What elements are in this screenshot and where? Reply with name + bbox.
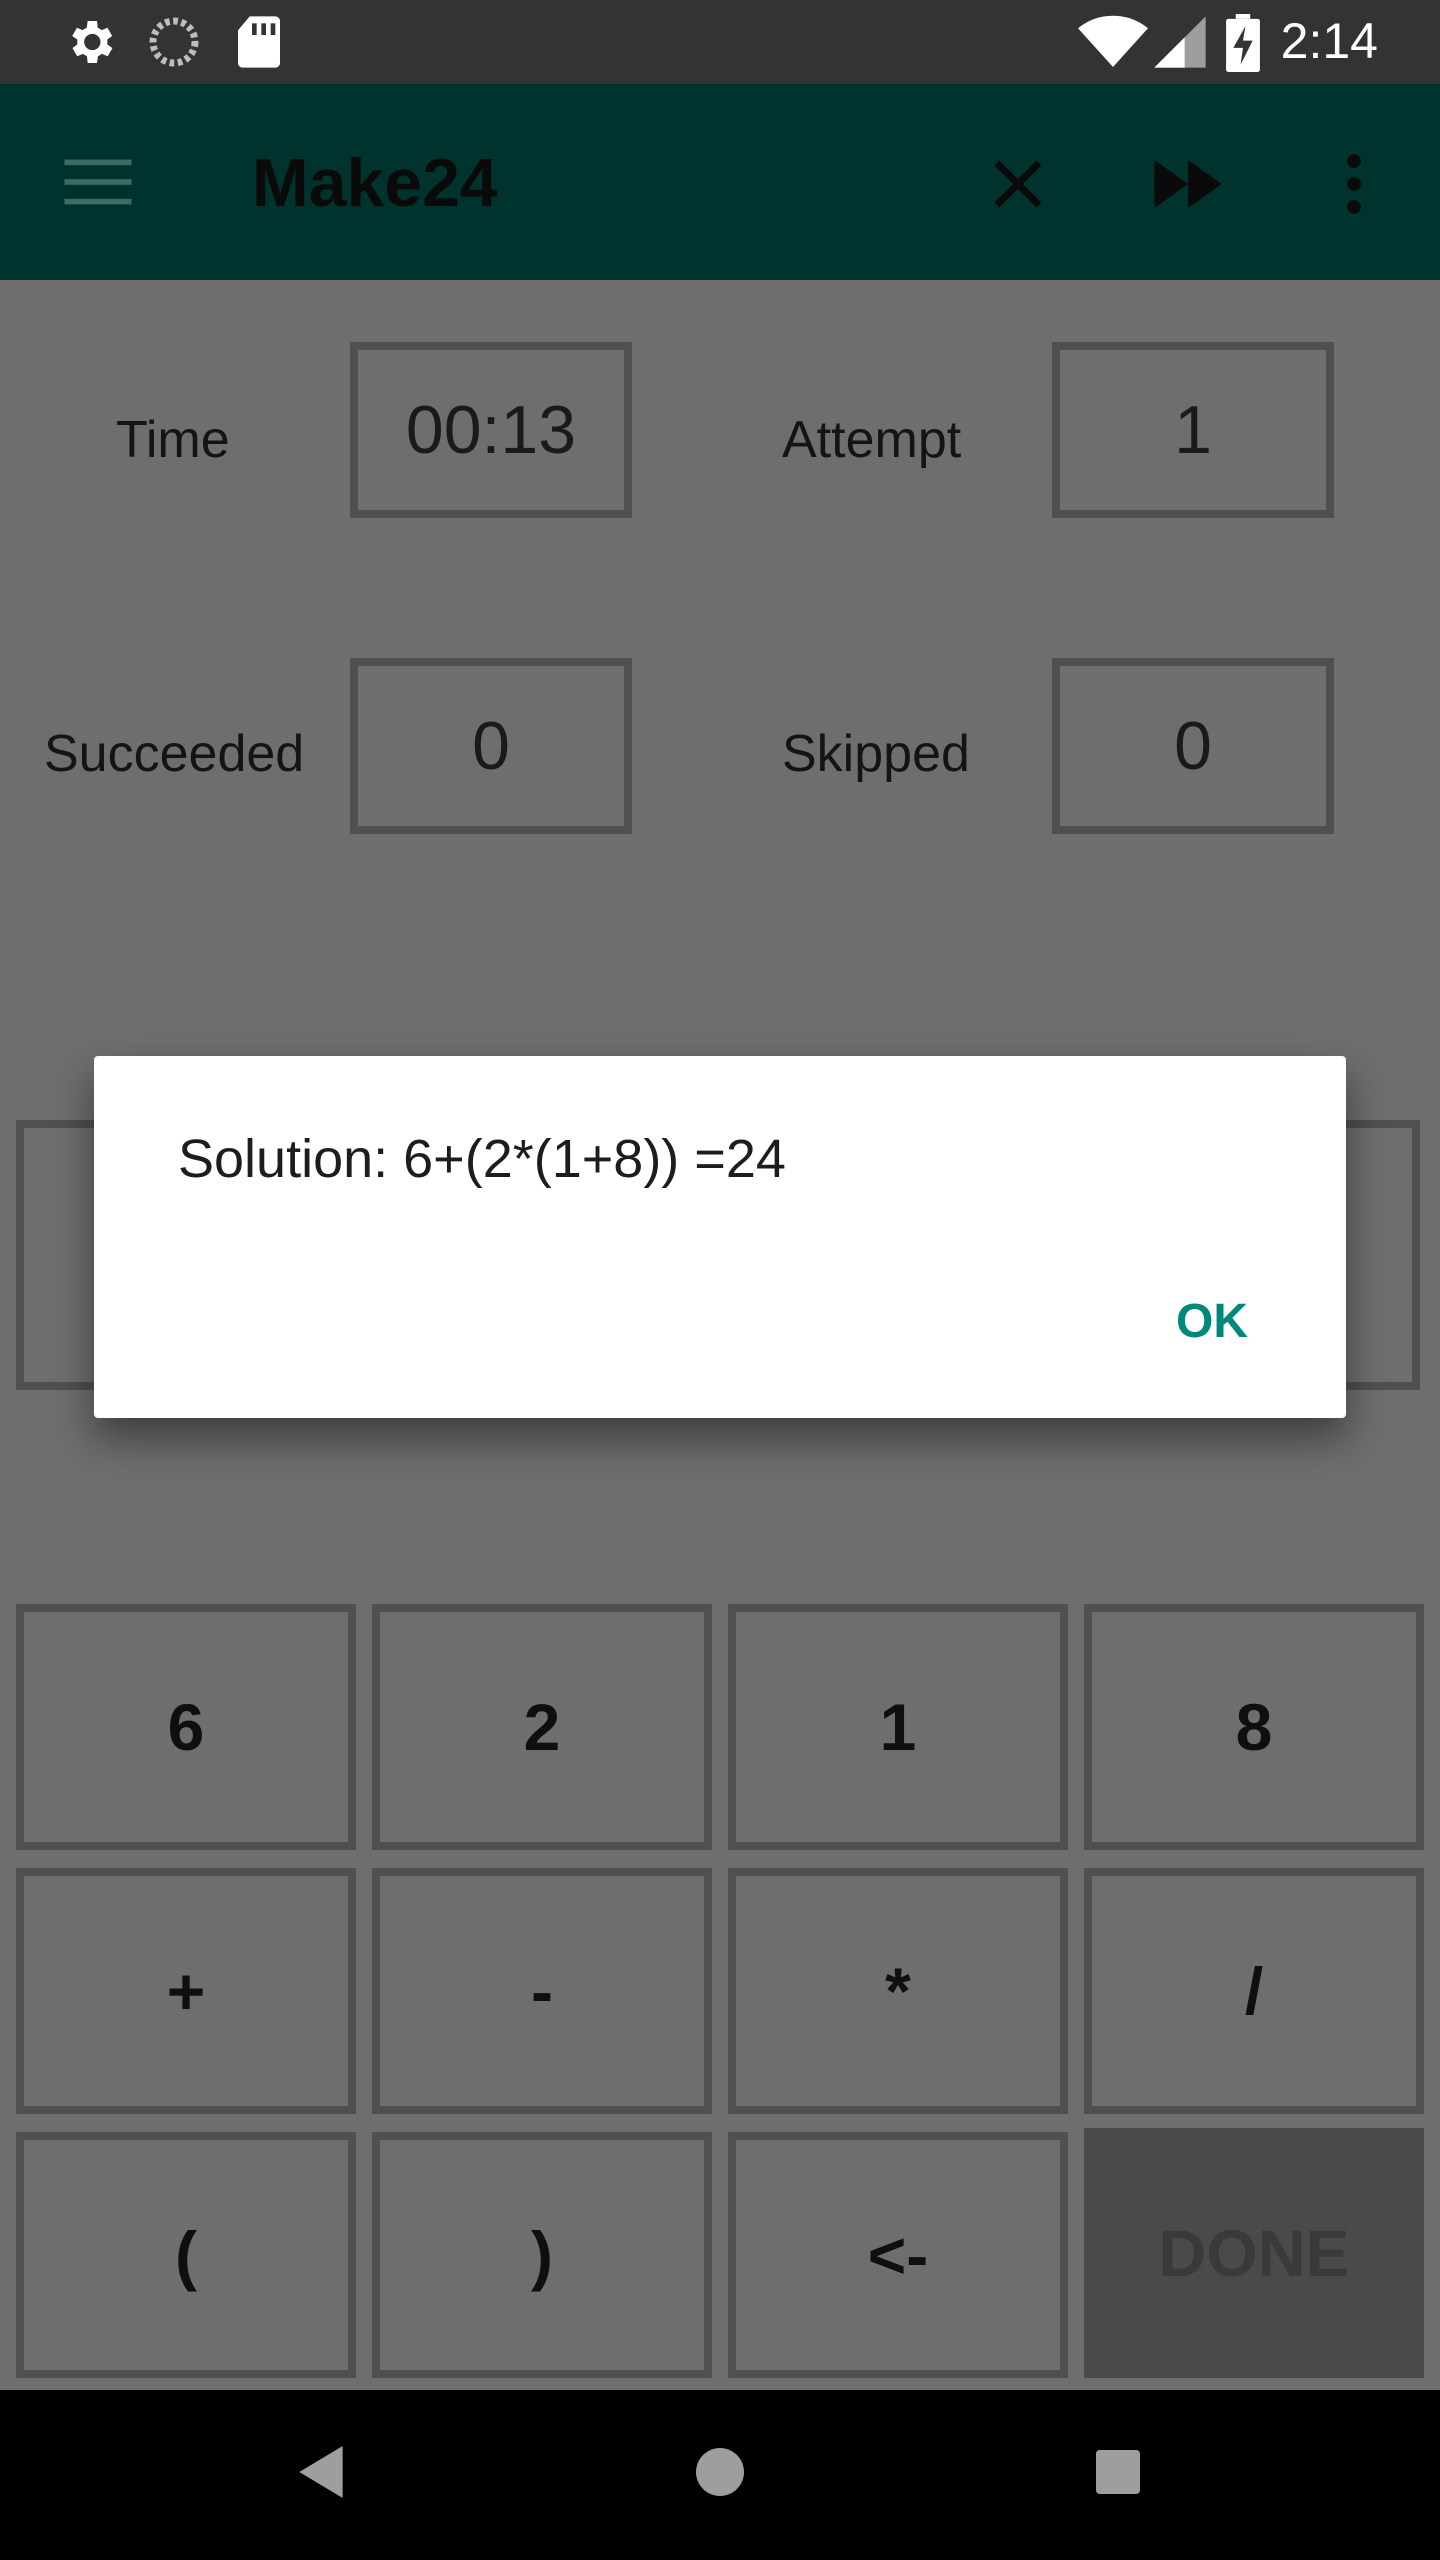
- close-paren-key[interactable]: ): [372, 2132, 712, 2378]
- succeeded-label: Succeeded: [44, 725, 305, 783]
- more-vert-icon[interactable]: [1336, 152, 1372, 216]
- signal-icon: [1154, 16, 1206, 68]
- backspace-key[interactable]: <-: [728, 2132, 1068, 2378]
- time-value: 00:13: [350, 342, 632, 518]
- settings-icon: [72, 21, 113, 63]
- navigation-bar: [0, 2390, 1440, 2560]
- dialog-message: Solution: 6+(2*(1+8)) =24: [178, 1129, 786, 1189]
- close-icon[interactable]: [990, 156, 1046, 212]
- attempt-label: Attempt: [782, 411, 962, 469]
- app-bar: Make24: [0, 84, 1440, 280]
- done-button[interactable]: DONE: [1084, 2128, 1424, 2378]
- minus-key[interactable]: -: [372, 1868, 712, 2114]
- attempt-value: 1: [1052, 342, 1334, 518]
- sd-card-icon: [238, 16, 280, 68]
- skipped-label: Skipped: [782, 725, 970, 783]
- multiply-key[interactable]: *: [728, 1868, 1068, 2114]
- home-icon[interactable]: [696, 2448, 744, 2496]
- plus-key[interactable]: +: [16, 1868, 356, 2114]
- app-title: Make24: [252, 145, 498, 221]
- sync-icon: [149, 17, 199, 67]
- ok-button[interactable]: OK: [1176, 1294, 1248, 1349]
- number-key-3[interactable]: 1: [728, 1604, 1068, 1850]
- back-icon[interactable]: [298, 2446, 344, 2498]
- status-bar: 2:14: [0, 0, 1440, 84]
- open-paren-key[interactable]: (: [16, 2132, 356, 2378]
- battery-charging-icon: [1226, 14, 1260, 72]
- succeeded-value: 0: [350, 658, 632, 834]
- time-label: Time: [116, 411, 230, 469]
- number-key-2[interactable]: 2: [372, 1604, 712, 1850]
- solution-dialog: Solution: 6+(2*(1+8)) =24 OK: [94, 1056, 1346, 1418]
- divide-key[interactable]: /: [1084, 1868, 1424, 2114]
- menu-icon[interactable]: [64, 154, 132, 210]
- skipped-value: 0: [1052, 658, 1334, 834]
- recents-icon[interactable]: [1096, 2450, 1140, 2494]
- status-time: 2:14: [1280, 13, 1378, 69]
- skip-forward-icon[interactable]: [1154, 160, 1222, 208]
- number-key-4[interactable]: 8: [1084, 1604, 1424, 1850]
- wifi-icon: [1078, 15, 1148, 67]
- number-key-1[interactable]: 6: [16, 1604, 356, 1850]
